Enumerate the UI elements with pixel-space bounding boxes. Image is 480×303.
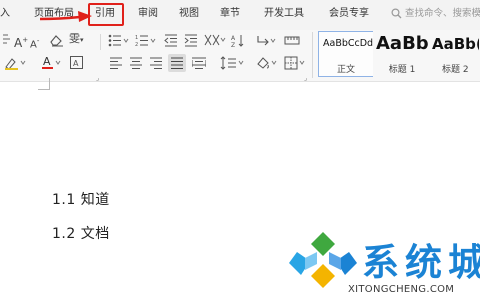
bullet-list-icon[interactable]	[108, 34, 130, 47]
tab-member[interactable]: 会员专享	[329, 7, 369, 21]
clear-format-icon[interactable]	[49, 34, 64, 47]
tab-developer[interactable]: 开发工具	[264, 7, 304, 21]
document-heading-1-1[interactable]: 1.1 知道	[52, 189, 110, 209]
search-placeholder: 查找命令、搜索模	[405, 8, 480, 19]
divider	[312, 32, 313, 78]
style-normal[interactable]: AaBbCcDd 正文	[318, 31, 374, 77]
watermark-url: XITONGCHENG.COM	[348, 284, 455, 295]
svg-text:A: A	[231, 35, 236, 42]
align-right-icon[interactable]	[150, 57, 162, 69]
font-shrink-button[interactable]: A-	[30, 34, 39, 52]
font-shrink-glyph: A	[30, 39, 37, 51]
tab-view[interactable]: 视图	[179, 7, 199, 21]
style-label-heading-1: 标题 1	[388, 65, 416, 75]
watermark-logo-icon	[289, 232, 357, 288]
svg-text:2: 2	[135, 42, 138, 47]
style-sample-heading-1: AaBb	[376, 33, 429, 54]
tab-review[interactable]: 审阅	[138, 7, 158, 21]
justify-button[interactable]	[168, 54, 186, 72]
justify-icon	[171, 57, 183, 69]
style-heading-1[interactable]: AaBb 标题 1	[373, 31, 431, 77]
numbered-list-icon[interactable]: 12	[135, 34, 157, 47]
red-arrow-icon	[40, 11, 92, 22]
tab-insert[interactable]: 入	[0, 7, 10, 21]
sort-icon[interactable]: AZ	[231, 34, 245, 47]
decrease-indent-icon[interactable]	[164, 34, 178, 47]
font-grow-glyph: A	[14, 36, 23, 50]
align-left-icon[interactable]	[110, 57, 122, 69]
svg-text:1: 1	[135, 35, 138, 41]
watermark-text: 系统城	[362, 241, 480, 284]
style-label-heading-2: 标题 2	[442, 65, 469, 75]
outline-indent-icon[interactable]	[2, 33, 12, 47]
tab-section[interactable]: 章节	[220, 7, 240, 21]
divider	[100, 34, 101, 50]
document-heading-1-2[interactable]: 1.2 文档	[52, 223, 110, 243]
svg-text:Z: Z	[231, 42, 235, 47]
text-highlight-icon[interactable]	[4, 56, 28, 70]
phonetic-glyph: 雯	[69, 32, 80, 45]
page-margin-corner	[38, 78, 50, 90]
command-search[interactable]: 查找命令、搜索模	[391, 5, 480, 23]
ribbon-toolbar: A+ A- 雯▾ 12 AZ A A ⌟ ⌟ AaBbCcDd 正文 AaBb …	[0, 30, 480, 82]
chinese-layout-icon[interactable]	[204, 33, 226, 47]
distributed-align-icon[interactable]	[192, 57, 206, 69]
svg-text:A: A	[43, 55, 51, 68]
phonetic-guide-button[interactable]: 雯▾	[69, 32, 84, 47]
shading-icon[interactable]	[256, 56, 280, 70]
align-center-icon[interactable]	[130, 57, 142, 69]
style-heading-2[interactable]: AaBb( 标题 2	[431, 31, 480, 77]
increase-indent-icon[interactable]	[184, 34, 198, 47]
font-grow-button[interactable]: A+	[14, 33, 28, 50]
line-spacing-icon[interactable]	[220, 56, 246, 70]
style-sample-normal: AaBbCcDd	[323, 38, 373, 49]
search-icon	[391, 8, 402, 19]
style-sample-heading-2: AaBb(	[432, 35, 479, 53]
ruler-icon[interactable]	[284, 34, 300, 47]
font-color-button[interactable]: A	[42, 55, 64, 70]
line-break-icon[interactable]	[256, 34, 278, 47]
borders-icon[interactable]	[284, 56, 308, 70]
svg-text:A: A	[73, 59, 79, 68]
character-border-icon[interactable]: A	[70, 56, 83, 69]
style-label-normal: 正文	[336, 65, 355, 75]
